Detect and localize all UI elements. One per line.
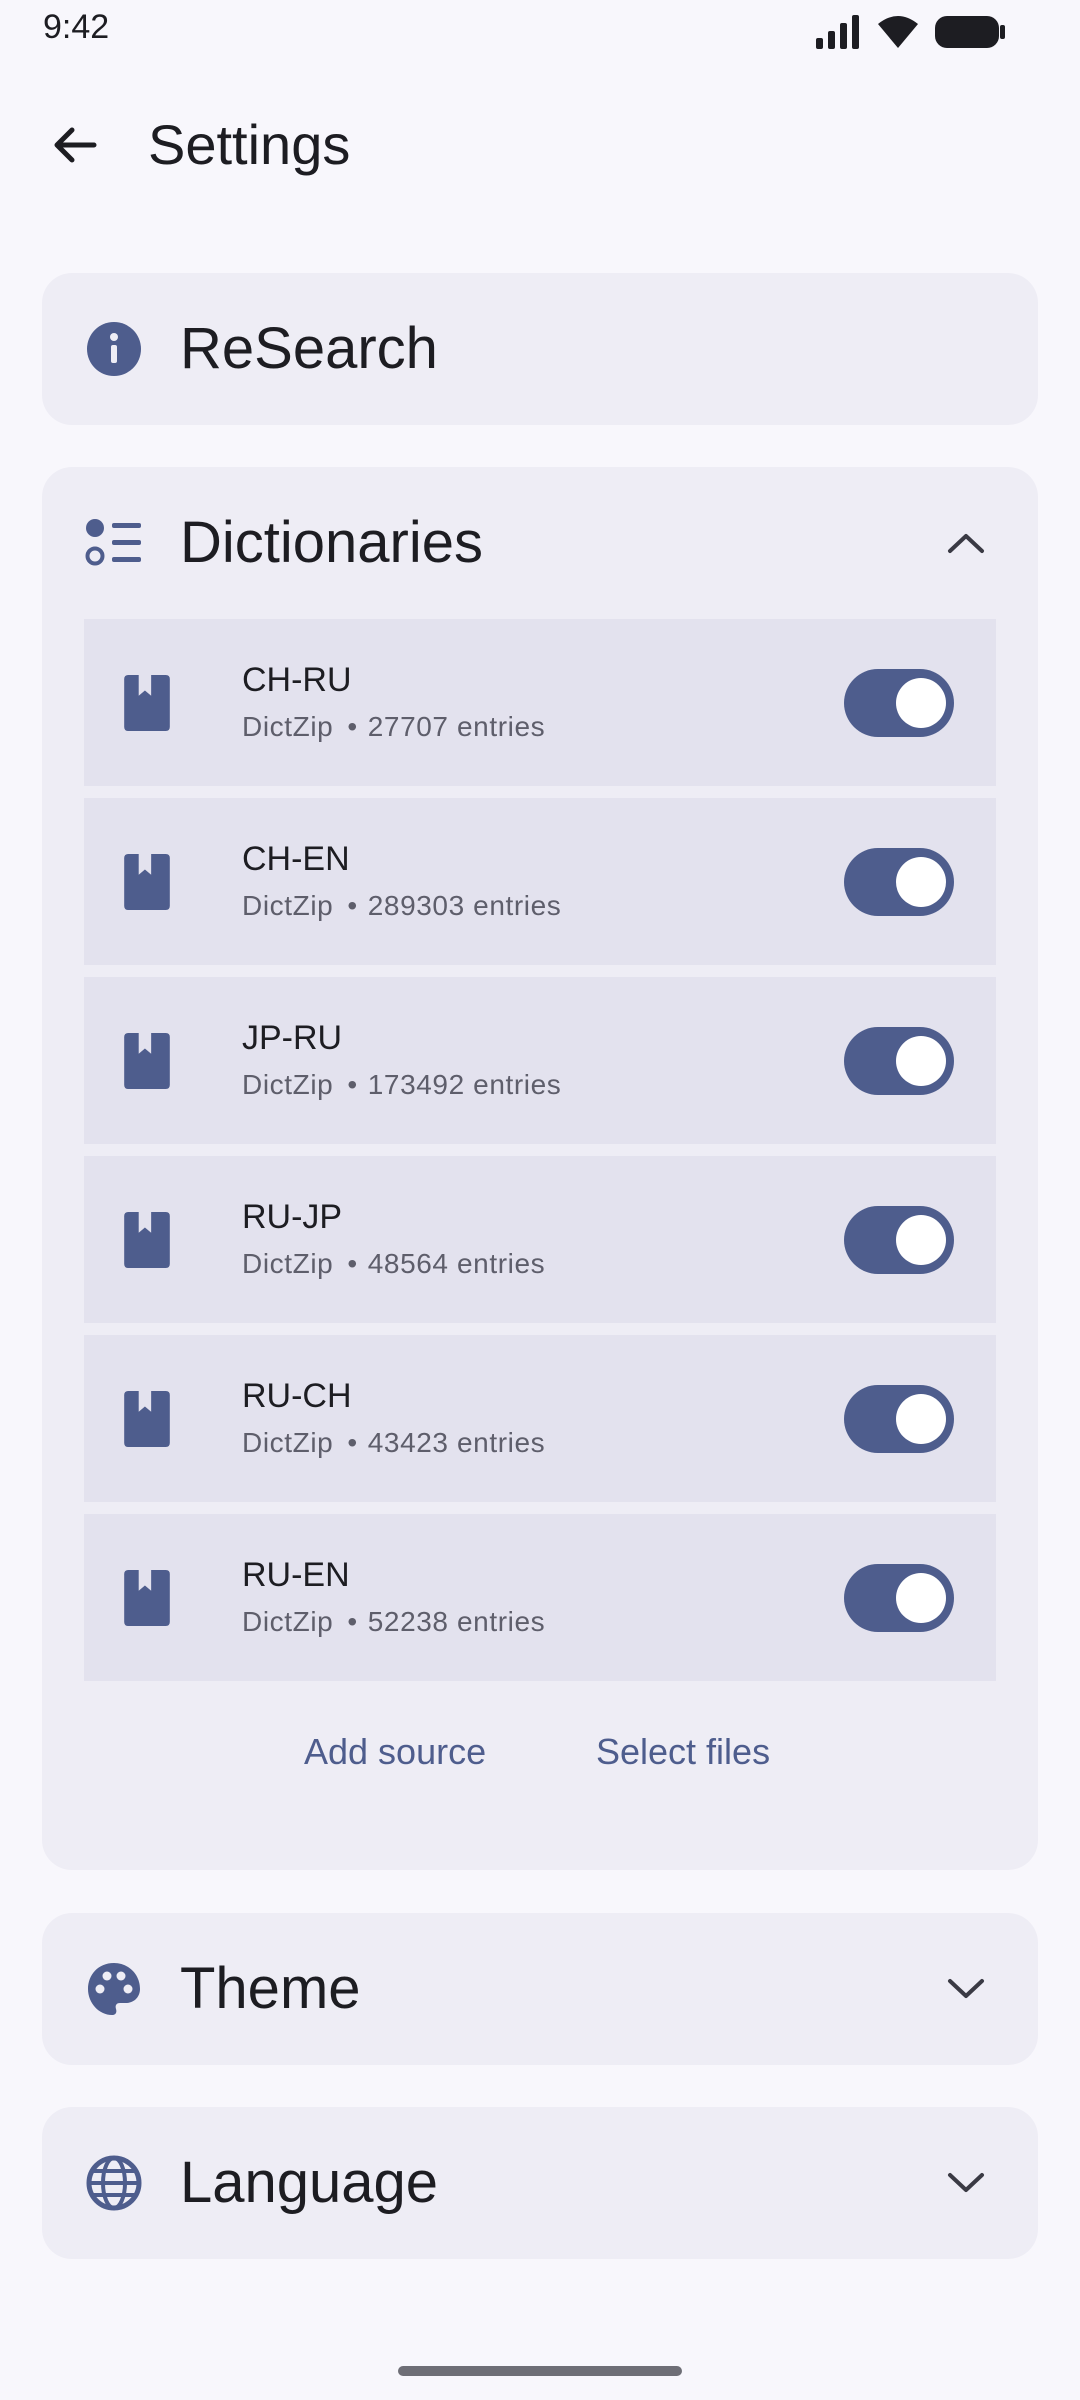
toggle-thumb <box>896 678 946 728</box>
dictionary-entries: 52238 entries <box>367 1606 546 1637</box>
book-icon <box>124 1033 170 1089</box>
dictionary-format: DictZip <box>242 1606 334 1637</box>
book-icon <box>124 1212 170 1268</box>
dictionary-meta: DictZip • 289303 entries <box>242 890 562 921</box>
info-icon <box>84 319 144 379</box>
book-icon <box>124 1570 170 1626</box>
toggle-thumb <box>896 1394 946 1444</box>
dictionary-item[interactable]: RU-CH DictZip • 43423 entries <box>84 1335 996 1502</box>
theme-title: Theme <box>180 1956 361 2021</box>
toggle-thumb <box>896 1036 946 1086</box>
dictionary-item[interactable]: JP-RU DictZip • 173492 entries <box>84 977 996 1144</box>
dictionary-meta: DictZip • 48564 entries <box>242 1248 546 1279</box>
dictionary-toggle[interactable] <box>844 1206 954 1274</box>
language-title: Language <box>180 2150 439 2215</box>
signal-icon <box>816 15 859 49</box>
dictionary-name: RU-CH <box>242 1377 352 1415</box>
dictionary-item[interactable]: CH-EN DictZip • 289303 entries <box>84 798 996 965</box>
home-indicator[interactable] <box>398 2366 682 2376</box>
dictionary-entries: 48564 entries <box>367 1248 546 1279</box>
book-icon <box>124 854 170 910</box>
dictionary-format: DictZip <box>242 1248 334 1279</box>
research-card[interactable]: ReSearch <box>42 273 1038 425</box>
dictionary-toggle[interactable] <box>844 1564 954 1632</box>
dictionary-item[interactable]: RU-JP DictZip • 48564 entries <box>84 1156 996 1323</box>
dictionary-toggle[interactable] <box>844 1027 954 1095</box>
chevron-down-icon[interactable] <box>936 2153 996 2213</box>
top-app-bar: Settings <box>0 90 1080 210</box>
select-files-button[interactable]: Select files <box>596 1712 770 1792</box>
dictionary-meta: DictZip • 27707 entries <box>242 711 546 742</box>
dictionary-format: DictZip <box>242 711 334 742</box>
book-icon <box>124 1391 170 1447</box>
status-time: 9:42 <box>43 8 110 46</box>
dictionary-actions: Add source Select files <box>42 1712 1038 1792</box>
language-card[interactable]: Language <box>42 2107 1038 2259</box>
research-header[interactable]: ReSearch <box>42 273 1038 423</box>
dictionary-entries: 289303 entries <box>367 890 562 921</box>
page-title: Settings <box>148 113 351 176</box>
globe-icon <box>84 2153 144 2213</box>
dictionary-name: JP-RU <box>242 1019 343 1057</box>
dictionary-format: DictZip <box>242 1069 334 1100</box>
battery-icon <box>935 16 1005 48</box>
language-header[interactable]: Language <box>42 2107 1038 2257</box>
dictionary-item[interactable]: CH-RU DictZip • 27707 entries <box>84 619 996 786</box>
research-title: ReSearch <box>180 316 438 381</box>
dictionary-item[interactable]: RU-EN DictZip • 52238 entries <box>84 1514 996 1681</box>
palette-icon <box>84 1959 144 2019</box>
dictionary-toggle[interactable] <box>844 1385 954 1453</box>
dictionary-name: RU-JP <box>242 1198 343 1236</box>
theme-card[interactable]: Theme <box>42 1913 1038 2065</box>
dictionary-entries: 27707 entries <box>367 711 546 742</box>
wifi-icon <box>878 16 918 48</box>
toggle-thumb <box>896 857 946 907</box>
dictionary-list: CH-RU DictZip • 27707 entries CH-EN DictZi… <box>84 619 996 1693</box>
dictionaries-header[interactable]: Dictionaries <box>42 467 1038 617</box>
toggle-thumb <box>896 1215 946 1265</box>
dictionaries-title: Dictionaries <box>180 510 483 575</box>
dictionary-meta: DictZip • 52238 entries <box>242 1606 546 1637</box>
list-icon <box>84 513 144 573</box>
dictionary-name: CH-EN <box>242 840 350 878</box>
dictionary-format: DictZip <box>242 890 334 921</box>
arrow-back-icon <box>54 127 97 163</box>
theme-header[interactable]: Theme <box>42 1913 1038 2063</box>
chevron-down-icon[interactable] <box>936 1959 996 2019</box>
status-icons <box>814 12 1006 52</box>
chevron-up-icon[interactable] <box>936 513 996 573</box>
dictionary-entries: 173492 entries <box>367 1069 562 1100</box>
dictionary-name: CH-RU <box>242 661 352 699</box>
book-icon <box>124 675 170 731</box>
dictionary-meta: DictZip • 43423 entries <box>242 1427 546 1458</box>
dictionary-format: DictZip <box>242 1427 334 1458</box>
dictionary-toggle[interactable] <box>844 669 954 737</box>
dictionary-name: RU-EN <box>242 1556 350 1594</box>
dictionary-meta: DictZip • 173492 entries <box>242 1069 562 1100</box>
dictionary-toggle[interactable] <box>844 848 954 916</box>
back-button[interactable] <box>40 110 110 180</box>
dictionary-entries: 43423 entries <box>367 1427 546 1458</box>
toggle-thumb <box>896 1573 946 1623</box>
status-bar: 9:42 <box>0 0 1080 62</box>
dictionaries-card: Dictionaries CH-RU DictZip • 27707 entries… <box>42 467 1038 1870</box>
add-source-button[interactable]: Add source <box>304 1712 486 1792</box>
